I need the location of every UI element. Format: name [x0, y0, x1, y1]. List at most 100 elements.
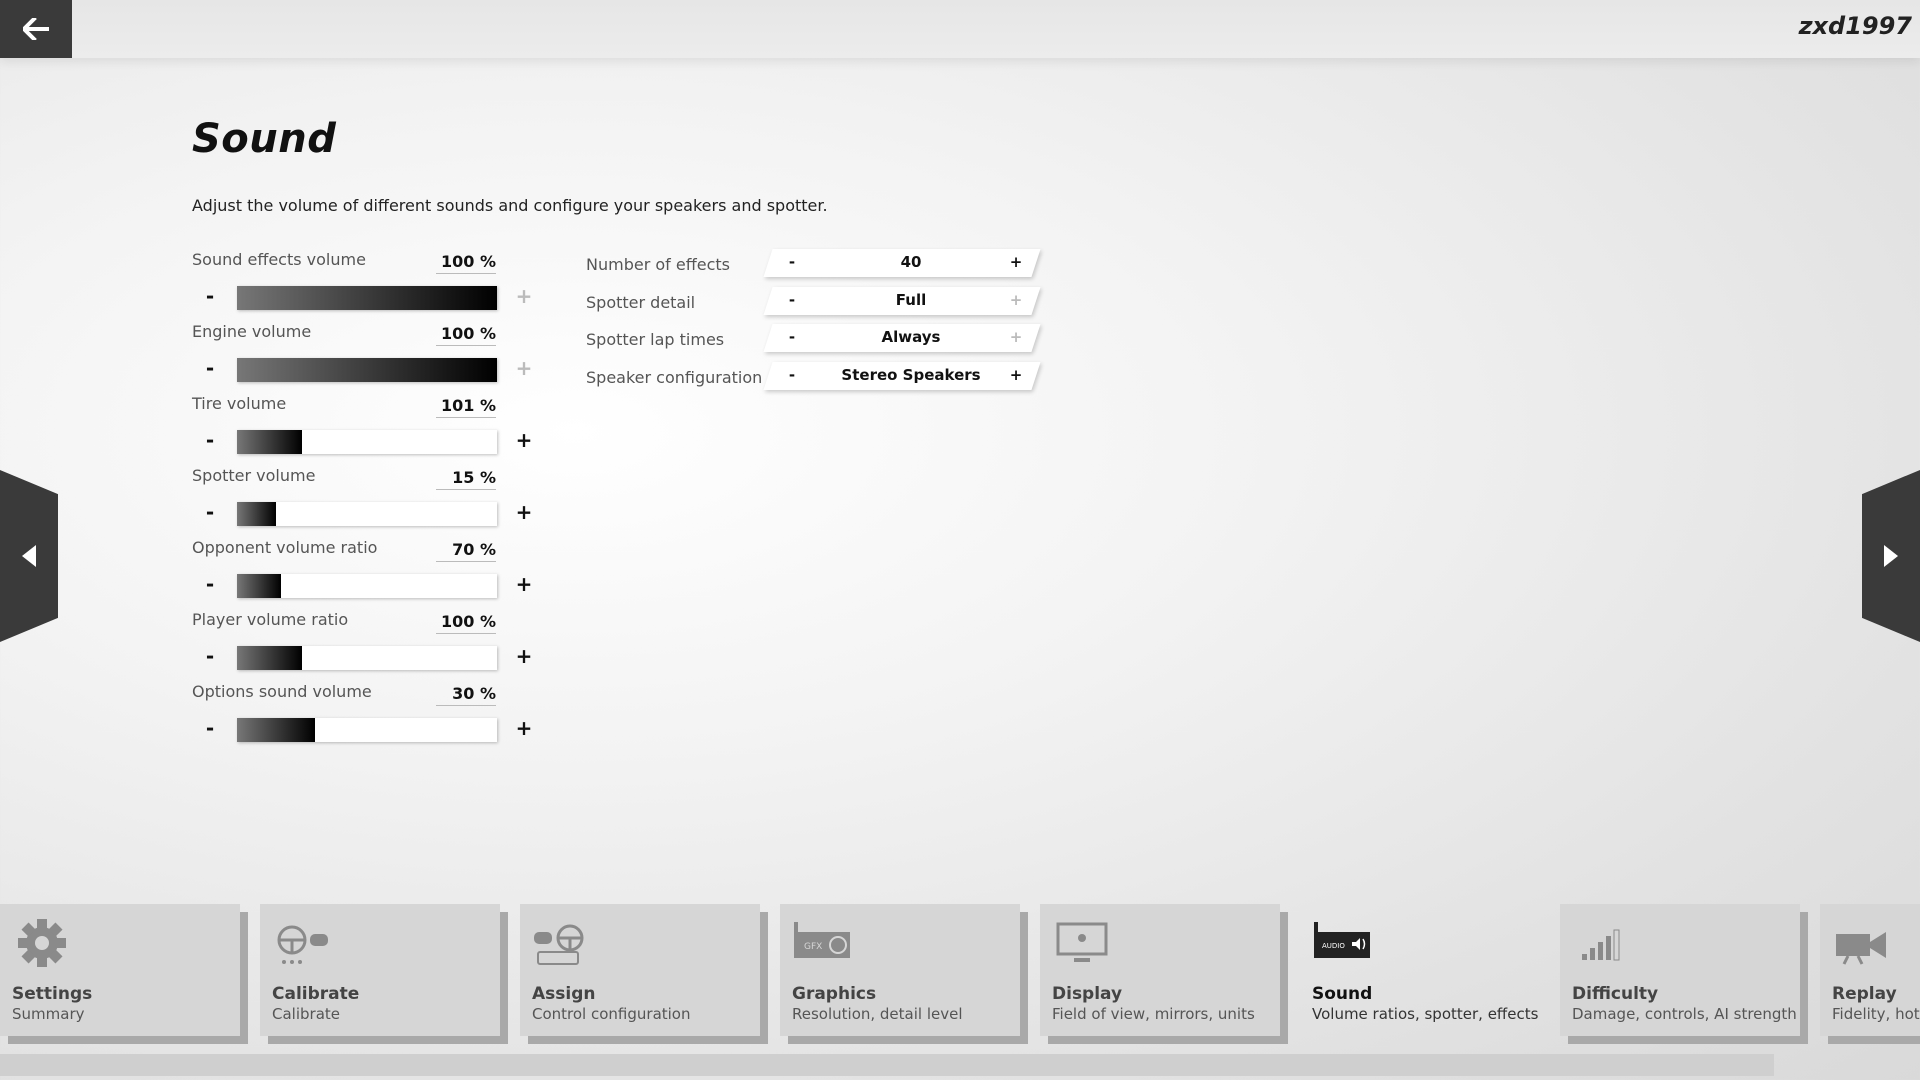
triangle-right-icon: [1884, 545, 1898, 567]
tab-title: Calibrate: [272, 984, 360, 1004]
option-value: Full: [895, 291, 927, 309]
slider-track[interactable]: [237, 286, 497, 310]
decrease-button[interactable]: -: [782, 366, 802, 384]
option-value: Stereo Speakers: [841, 366, 981, 384]
increase-button[interactable]: +: [1006, 328, 1026, 346]
slider-value: 70 %: [436, 540, 496, 562]
tab-subtitle: Fidelity, hot l: [1832, 1005, 1920, 1023]
slider-track[interactable]: [237, 502, 497, 526]
tab-title: Graphics: [792, 984, 877, 1004]
settings-tabs: Settings Summary Calibrate Calibrate Ass…: [0, 904, 1920, 1044]
slider-fill: [237, 718, 315, 742]
previous-page-button[interactable]: [0, 470, 58, 642]
decrease-button[interactable]: -: [782, 328, 802, 346]
slider-fill: [237, 574, 282, 598]
tab-calibrate[interactable]: Calibrate Calibrate: [260, 904, 500, 1036]
increase-button[interactable]: +: [514, 500, 534, 524]
audio-card-icon: AUDIO: [1314, 922, 1370, 958]
audio-icon-text: AUDIO: [1322, 942, 1345, 950]
tab-subtitle: Volume ratios, spotter, effects: [1312, 1005, 1539, 1023]
tab-graphics[interactable]: GFX Graphics Resolution, detail level: [780, 904, 1020, 1036]
top-bar: zxd1997: [0, 0, 1920, 58]
tab-replay[interactable]: Replay Fidelity, hot l: [1820, 904, 1920, 1036]
option-value: 40: [900, 253, 922, 271]
camera-icon: [1836, 932, 1886, 965]
increase-button[interactable]: +: [1006, 291, 1026, 309]
increase-button[interactable]: +: [514, 572, 534, 596]
tab-title: Settings: [12, 984, 93, 1004]
slider-fill: [237, 358, 497, 382]
tab-difficulty[interactable]: Difficulty Damage, controls, AI strength: [1560, 904, 1800, 1036]
decrease-button[interactable]: -: [782, 291, 802, 309]
decrease-button[interactable]: -: [782, 253, 802, 271]
tab-subtitle: Calibrate: [272, 1005, 340, 1023]
increase-button[interactable]: +: [514, 284, 534, 308]
option-label: Number of effects: [586, 255, 730, 274]
increase-button[interactable]: +: [514, 428, 534, 452]
arrow-left-icon: [23, 18, 49, 40]
increase-button[interactable]: +: [1006, 253, 1026, 271]
tab-settings[interactable]: Settings Summary: [0, 904, 240, 1036]
option-spotter-detail: Spotter detail - Full +: [586, 287, 1046, 317]
tab-subtitle: Summary: [12, 1005, 85, 1023]
option-value: Always: [881, 328, 941, 346]
increase-button[interactable]: +: [514, 716, 534, 740]
increase-button[interactable]: +: [1006, 366, 1026, 384]
tab-title: Difficulty: [1572, 984, 1659, 1004]
slider-track[interactable]: [237, 430, 497, 454]
increase-button[interactable]: +: [514, 356, 534, 380]
page-description: Adjust the volume of different sounds an…: [192, 196, 828, 215]
username: zxd1997: [1798, 12, 1912, 40]
triangle-left-icon: [22, 545, 36, 567]
controls-icon: [534, 924, 584, 965]
slider-track[interactable]: [237, 718, 497, 742]
next-page-button[interactable]: [1862, 470, 1920, 642]
option-spotter-lap-times: Spotter lap times - Always +: [586, 324, 1046, 354]
tabs-scrollbar[interactable]: [0, 1054, 1774, 1076]
slider-fill: [237, 502, 276, 526]
slider-label: Engine volume: [192, 322, 312, 341]
tab-title: Replay: [1832, 984, 1897, 1004]
option-label: Spotter lap times: [586, 330, 725, 349]
slider-fill: [237, 646, 302, 670]
slider-track[interactable]: [237, 574, 497, 598]
tab-title: Assign: [532, 984, 596, 1004]
tab-sound[interactable]: AUDIO Sound Volume ratios, spotter, effe…: [1300, 904, 1540, 1036]
decrease-button[interactable]: -: [200, 500, 220, 524]
decrease-button[interactable]: -: [200, 284, 220, 308]
tab-title: Display: [1052, 984, 1123, 1004]
decrease-button[interactable]: -: [200, 572, 220, 596]
slider-label: Sound effects volume: [192, 250, 366, 269]
slider-label: Player volume ratio: [192, 610, 349, 629]
slider-fill: [237, 286, 497, 310]
decrease-button[interactable]: -: [200, 428, 220, 452]
tab-display[interactable]: Display Field of view, mirrors, units: [1040, 904, 1280, 1036]
slider-track[interactable]: [237, 646, 497, 670]
slider-track[interactable]: [237, 358, 497, 382]
tab-subtitle: Field of view, mirrors, units: [1052, 1005, 1255, 1023]
option-label: Speaker configuration: [586, 368, 763, 387]
decrease-button[interactable]: -: [200, 644, 220, 668]
increase-button[interactable]: +: [514, 644, 534, 668]
slider-label: Tire volume: [192, 394, 287, 413]
decrease-button[interactable]: -: [200, 716, 220, 740]
tab-subtitle: Resolution, detail level: [792, 1005, 963, 1023]
decrease-button[interactable]: -: [200, 356, 220, 380]
page-title: Sound: [192, 116, 337, 162]
slider-value: 30 %: [436, 684, 496, 706]
option-speaker-configuration: Speaker configuration - Stereo Speakers …: [586, 362, 1046, 392]
tab-subtitle: Control configuration: [532, 1005, 691, 1023]
tab-assign[interactable]: Assign Control configuration: [520, 904, 760, 1036]
slider-value: 15 %: [436, 468, 496, 490]
tab-subtitle: Damage, controls, AI strength: [1572, 1005, 1797, 1023]
gear-icon: [18, 919, 66, 967]
signal-bars-icon: [1582, 929, 1620, 961]
slider-label: Spotter volume: [192, 466, 316, 485]
slider-value: 100 %: [436, 252, 496, 274]
slider-value: 100 %: [436, 324, 496, 346]
back-button[interactable]: [0, 0, 72, 58]
tab-title: Sound: [1312, 984, 1373, 1004]
slider-fill: [237, 430, 302, 454]
slider-label: Opponent volume ratio: [192, 538, 378, 557]
wheel-gamepad-icon: [277, 925, 328, 964]
